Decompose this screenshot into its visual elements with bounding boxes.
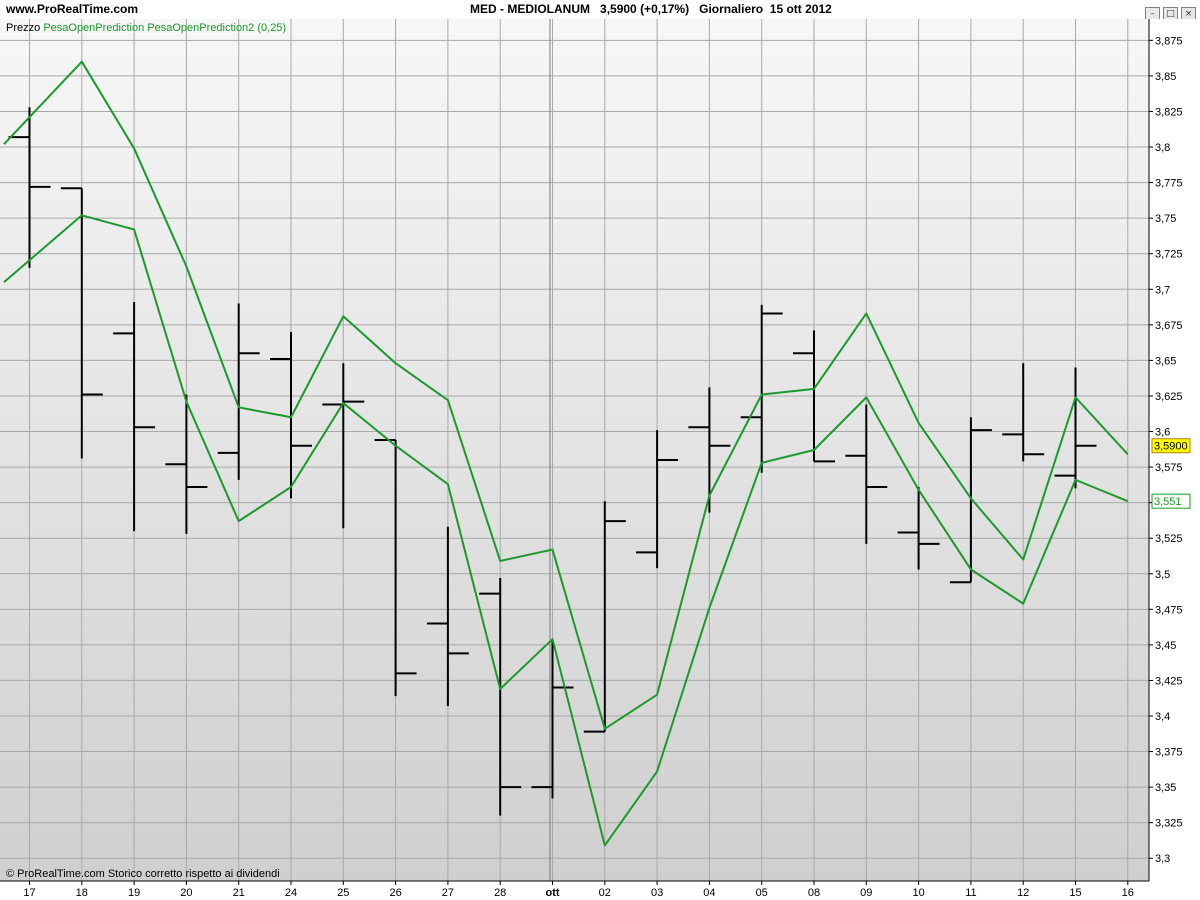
y-tick-label: 3,775 (1155, 178, 1183, 190)
copyright-note: © ProRealTime.com Storico corretto rispe… (6, 868, 280, 880)
legend-indicator-2: PesaOpenPrediction2 (0,25) (147, 22, 286, 34)
x-tick-label: 12 (1017, 887, 1029, 899)
y-tick-label: 3,6 (1155, 427, 1170, 439)
y-tick-label: 3,65 (1155, 355, 1176, 367)
x-tick-label: 03 (651, 887, 663, 899)
y-tick-label: 3,7 (1155, 284, 1170, 296)
x-axis-panel (0, 881, 1149, 900)
x-tick-label: 25 (337, 887, 349, 899)
y-tick-label: 3,875 (1155, 35, 1183, 47)
x-tick-label: 09 (860, 887, 872, 899)
indicator-value-tag: 3,551 (1151, 493, 1191, 509)
x-tick-label: 05 (756, 887, 768, 899)
legend: Prezzo PesaOpenPrediction PesaOpenPredic… (6, 22, 286, 34)
y-tick-label: 3,45 (1155, 640, 1176, 652)
y-tick-label: 3,525 (1155, 533, 1183, 545)
x-tick-label: 08 (808, 887, 820, 899)
y-tick-label: 3,35 (1155, 782, 1176, 794)
y-tick-label: 3,8 (1155, 142, 1170, 154)
x-tick-label: 28 (494, 887, 506, 899)
y-tick-label: 3,425 (1155, 675, 1183, 687)
y-tick-label: 3,575 (1155, 462, 1183, 474)
y-tick-label: 3,475 (1155, 604, 1183, 616)
tag-text: 3,5900 (1154, 441, 1188, 453)
y-tick-label: 3,4 (1155, 711, 1170, 723)
chart-window: www.ProRealTime.com MED - MEDIOLANUM 3,5… (0, 0, 1200, 900)
y-tick-label: 3,375 (1155, 747, 1183, 759)
x-tick-label: 10 (912, 887, 924, 899)
x-tick-label: 16 (1122, 887, 1134, 899)
y-tick-label: 3,5 (1155, 569, 1170, 581)
y-tick-label: 3,625 (1155, 391, 1183, 403)
x-tick-label: ott (545, 887, 559, 899)
y-tick-label: 3,85 (1155, 71, 1176, 83)
last-price-tag: 3,5900 (1151, 438, 1191, 454)
y-tick-label: 3,825 (1155, 106, 1183, 118)
x-tick-label: 15 (1069, 887, 1081, 899)
x-tick-label: 11 (965, 887, 976, 899)
x-tick-label: 19 (128, 887, 140, 899)
y-tick-label: 3,675 (1155, 320, 1183, 332)
tag-text: 3,551 (1154, 496, 1182, 508)
legend-price: Prezzo (6, 22, 40, 34)
legend-indicator-1: PesaOpenPrediction (43, 22, 144, 34)
y-tick-label: 3,325 (1155, 818, 1183, 830)
x-tick-label: 26 (389, 887, 401, 899)
price-chart[interactable]: 3,3 3,325 3,35 3,375 3,4 3,425 3,45 3,475 3,5 3,5… (0, 0, 1200, 900)
x-tick-label: 18 (76, 887, 88, 899)
x-tick-label: 21 (233, 887, 245, 899)
x-tick-label: 04 (703, 887, 715, 899)
x-tick-label: 20 (180, 887, 192, 899)
y-tick-label: 3,725 (1155, 249, 1183, 261)
x-tick-label: 17 (23, 887, 35, 899)
y-tick-label: 3,3 (1155, 853, 1170, 865)
x-tick-label: 24 (285, 887, 297, 899)
x-tick-label: 02 (599, 887, 611, 899)
x-tick-label: 27 (442, 887, 454, 899)
y-tick-label: 3,75 (1155, 213, 1176, 225)
